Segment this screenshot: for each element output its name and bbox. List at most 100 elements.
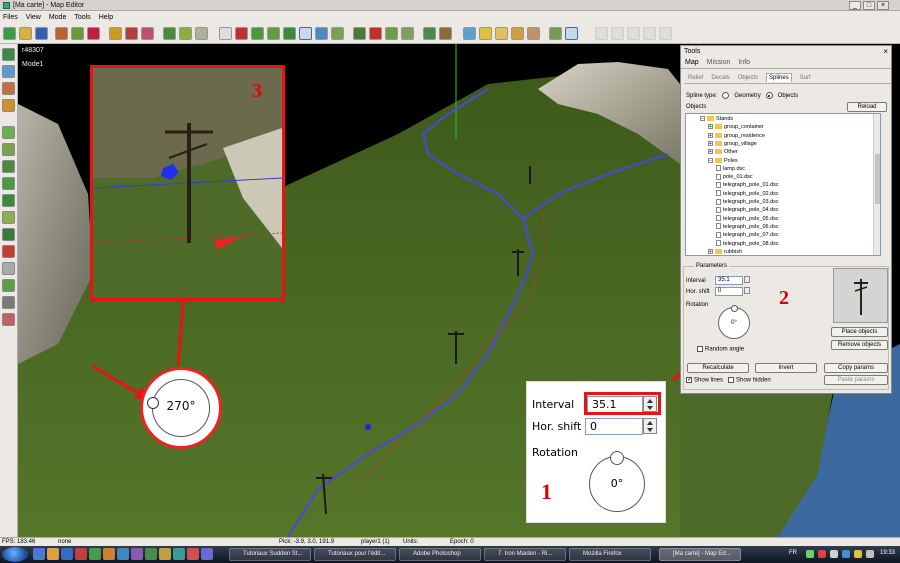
subtab-splines[interactable]: Splines xyxy=(766,73,792,82)
quicklaunch-icon-8[interactable] xyxy=(131,548,143,560)
sidebar-relief-icon[interactable] xyxy=(2,160,15,173)
layer-icon[interactable] xyxy=(423,26,436,40)
sidebar-grass-icon[interactable] xyxy=(2,143,15,156)
target-icon[interactable] xyxy=(87,26,100,40)
subtab-surf[interactable]: Surf xyxy=(800,75,811,81)
quicklaunch-icon-10[interactable] xyxy=(159,548,171,560)
interval-spinner[interactable] xyxy=(744,276,750,283)
collapse-icon[interactable]: − xyxy=(708,157,713,163)
tree-item[interactable]: telegraph_pole_03.dsc xyxy=(716,198,779,206)
network-icon[interactable] xyxy=(866,550,874,558)
zoom-hor-shift-spinner[interactable] xyxy=(643,418,657,434)
sidebar-building-icon[interactable] xyxy=(2,82,15,95)
tree-item[interactable]: telegraph_pole_06.dsc xyxy=(716,223,779,231)
sidebar-stone-icon[interactable] xyxy=(2,262,15,275)
objects-radio[interactable] xyxy=(765,92,773,99)
menu-mode[interactable]: Mode xyxy=(49,14,67,21)
task-item[interactable]: Adobe Photoshop xyxy=(399,548,481,561)
rotation-dial[interactable]: 0° xyxy=(718,305,750,339)
tree-item[interactable]: + group_residence xyxy=(708,132,765,140)
show-hidden-row[interactable]: Show hidden xyxy=(728,377,771,384)
tab-mission[interactable]: Mission xyxy=(707,59,731,66)
interval-input[interactable]: 35.1 xyxy=(715,276,743,285)
export-icon[interactable] xyxy=(55,26,68,40)
search-icon[interactable] xyxy=(125,26,138,40)
tools-close-icon[interactable]: × xyxy=(883,46,888,57)
tab-info[interactable]: Info xyxy=(738,59,750,66)
copy-params-button[interactable]: Copy params xyxy=(824,363,888,373)
sidebar-zone-icon[interactable] xyxy=(2,313,15,326)
select-cursor-icon[interactable] xyxy=(219,26,232,40)
undo-icon[interactable] xyxy=(109,26,122,40)
hor-shift-input[interactable]: 0 xyxy=(715,287,743,296)
quicklaunch-icon-3[interactable] xyxy=(61,548,73,560)
tree-item[interactable]: pole_01.dsc xyxy=(716,173,753,181)
tray-icon-1[interactable] xyxy=(806,550,814,558)
quicklaunch-icon-12[interactable] xyxy=(187,548,199,560)
menu-help[interactable]: Help xyxy=(99,14,113,21)
quicklaunch-icon-4[interactable] xyxy=(75,548,87,560)
reload-button[interactable]: Reload xyxy=(847,102,887,112)
tray-icon-2[interactable] xyxy=(818,550,826,558)
sidebar-texture-icon[interactable] xyxy=(2,177,15,190)
task-item-active[interactable]: [Ma carte] - Map Ed... xyxy=(659,548,741,561)
menu-view[interactable]: View xyxy=(26,14,41,21)
texture-icon[interactable] xyxy=(179,26,192,40)
task-item[interactable]: Tutoriaux pour l'édit... xyxy=(314,548,396,561)
zoom-hor-shift-input[interactable]: 0 xyxy=(585,418,643,435)
tree-item[interactable]: telegraph_pole_08.dsc xyxy=(716,240,779,248)
show-lines-checkbox[interactable] xyxy=(686,376,692,383)
invert-button[interactable]: Invert xyxy=(755,363,817,373)
menu-files[interactable]: Files xyxy=(3,14,18,21)
marker-icon[interactable] xyxy=(235,26,248,40)
note-icon[interactable] xyxy=(479,26,492,40)
task-item[interactable]: Mozilla Firefox xyxy=(569,548,651,561)
quicklaunch-icon-5[interactable] xyxy=(89,548,101,560)
tree-item[interactable]: + rubbish xyxy=(708,248,742,255)
water-icon[interactable] xyxy=(315,26,328,40)
minimize-button[interactable]: _ xyxy=(849,1,861,10)
maximize-button[interactable]: □ xyxy=(863,1,875,10)
settings-icon[interactable] xyxy=(549,26,562,40)
zoom-rotation-knob[interactable] xyxy=(610,451,624,465)
expand-icon[interactable]: + xyxy=(708,124,713,130)
sidebar-house-icon[interactable] xyxy=(2,99,15,112)
menu-tools[interactable]: Tools xyxy=(74,14,90,21)
show-lines-row[interactable]: Show lines xyxy=(686,376,723,384)
spline-icon[interactable] xyxy=(283,26,296,40)
close-button[interactable]: × xyxy=(877,1,889,10)
recalculate-button[interactable]: Recalculate xyxy=(687,363,749,373)
new-map-icon[interactable] xyxy=(3,26,16,40)
sidebar-grid-icon[interactable] xyxy=(2,126,15,139)
tree-item[interactable]: − Poles xyxy=(708,157,738,165)
quicklaunch-icon-6[interactable] xyxy=(103,548,115,560)
quicklaunch-icon-7[interactable] xyxy=(117,548,129,560)
place-objects-button[interactable]: Place objects xyxy=(831,327,888,337)
spline-tool-icon[interactable] xyxy=(299,26,312,40)
tree-scrollbar[interactable] xyxy=(873,114,880,255)
sidebar-plant-icon[interactable] xyxy=(2,279,15,292)
relief-icon[interactable] xyxy=(163,26,176,40)
task-item[interactable]: 7. Iron Maiden - Ri... xyxy=(484,548,566,561)
surface-icon[interactable] xyxy=(331,26,344,40)
save-icon[interactable] xyxy=(35,26,48,40)
decal-icon[interactable] xyxy=(267,26,280,40)
object-icon[interactable] xyxy=(251,26,264,40)
sidebar-terrain-icon[interactable] xyxy=(2,48,15,61)
tools-icon[interactable] xyxy=(565,26,578,40)
tab-map[interactable]: Map xyxy=(685,59,699,66)
properties-icon[interactable] xyxy=(527,26,540,40)
paste-params-button[interactable]: Paste params xyxy=(824,375,888,385)
expand-icon[interactable]: + xyxy=(708,140,713,146)
tray-icon-3[interactable] xyxy=(830,550,838,558)
expand-icon[interactable]: + xyxy=(708,132,713,138)
start-button[interactable] xyxy=(2,547,28,562)
language-indicator[interactable]: FR xyxy=(789,550,797,556)
window-icon[interactable] xyxy=(463,26,476,40)
tree-icon[interactable] xyxy=(353,26,366,40)
expand-icon[interactable]: + xyxy=(708,149,713,155)
tree-item[interactable]: telegraph_pole_04.dsc xyxy=(716,206,779,214)
quicklaunch-icon-2[interactable] xyxy=(47,548,59,560)
grass-icon[interactable] xyxy=(385,26,398,40)
tree-item[interactable]: − Stands xyxy=(700,115,733,123)
